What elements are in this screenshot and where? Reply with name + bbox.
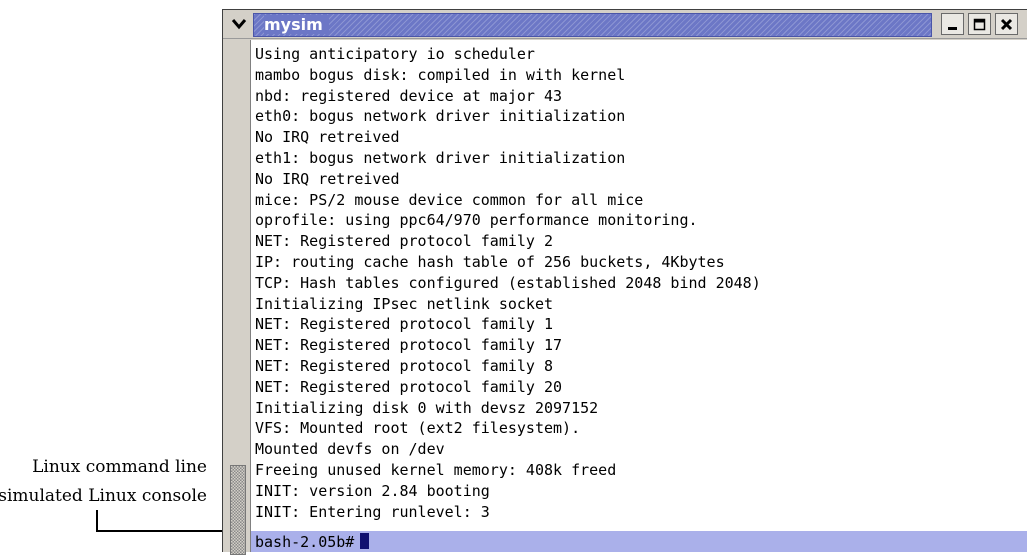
console-line: mambo bogus disk: compiled in with kerne… [255, 65, 626, 84]
callout-label-command-line: Linux command line [32, 457, 207, 477]
console-line: VFS: Mounted root (ext2 filesystem). [255, 419, 581, 438]
console-line: INIT: Entering runlevel: 3 [255, 502, 490, 521]
close-icon [1000, 18, 1013, 30]
chevron-down-icon[interactable] [227, 14, 251, 34]
minimize-icon [948, 26, 957, 30]
maximize-button[interactable] [968, 13, 991, 35]
console-line: NET: Registered protocol family 20 [255, 377, 563, 396]
close-button[interactable] [995, 13, 1018, 35]
console-line: Initializing IPsec netlink socket [255, 294, 554, 313]
console-line: Mounted devfs on /dev [255, 440, 445, 459]
scrollbar-thumb[interactable] [230, 465, 246, 555]
console-log: Using anticipatory io scheduler mambo bog… [251, 40, 1027, 522]
console-line: nbd: registered device at major 43 [255, 86, 563, 105]
console-line: TCP: Hash tables configured (established… [255, 273, 761, 292]
console-line: IP: routing cache hash table of 256 buck… [255, 252, 725, 271]
console-line: oprofile: using ppc64/970 performance mo… [255, 211, 698, 230]
callout-leader-line [96, 510, 98, 532]
maximize-icon [973, 18, 986, 30]
title-stripe: mysim [253, 13, 932, 37]
window-title: mysim [264, 15, 329, 34]
console-line: Freeing unused kernel memory: 408k freed [255, 460, 617, 479]
console-line: eth1: bogus network driver initializatio… [255, 148, 626, 167]
terminal-window: mysim Using anticipatory io scheduler mam… [222, 9, 1027, 555]
terminal-output[interactable]: Using anticipatory io scheduler mambo bog… [250, 40, 1027, 552]
console-line: No IRQ retreived [255, 128, 400, 147]
scrollbar[interactable] [228, 40, 248, 555]
console-line: NET: Registered protocol family 8 [255, 356, 554, 375]
console-line: eth0: bogus network driver initializatio… [255, 107, 626, 126]
command-prompt-line[interactable]: bash-2.05b# [251, 531, 1027, 552]
text-cursor [360, 533, 370, 549]
console-line: mice: PS/2 mouse device common for all m… [255, 190, 644, 209]
console-line: INIT: version 2.84 booting [255, 481, 490, 500]
console-line: No IRQ retreived [255, 169, 400, 188]
console-line: NET: Registered protocol family 2 [255, 232, 554, 251]
callout-leader-line-horizontal [96, 530, 228, 532]
console-line: NET: Registered protocol family 17 [255, 336, 563, 355]
console-line: Using anticipatory io scheduler [255, 45, 535, 63]
shell-prompt: bash-2.05b# [255, 533, 355, 551]
callout-label-console: simulated Linux console [0, 486, 207, 506]
console-line: NET: Registered protocol family 1 [255, 315, 554, 334]
console-line: Initializing disk 0 with devsz 2097152 [255, 398, 599, 417]
minimize-button[interactable] [941, 13, 964, 35]
title-bar[interactable]: mysim [223, 10, 1027, 39]
